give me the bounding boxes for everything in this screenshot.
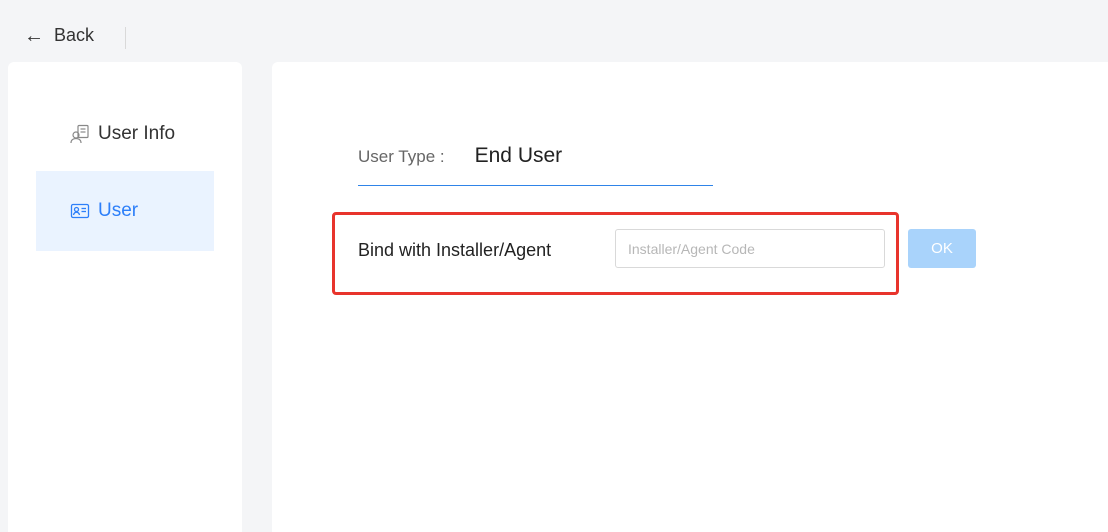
installer-agent-code-input[interactable] bbox=[615, 229, 885, 268]
user-type-label: User Type : bbox=[358, 147, 445, 166]
divider bbox=[125, 27, 126, 49]
id-card-icon bbox=[70, 201, 90, 221]
arrow-left-icon: ← bbox=[24, 24, 44, 47]
user-card-icon bbox=[70, 124, 90, 144]
sidebar-item-label: User bbox=[98, 200, 139, 221]
back-label: Back bbox=[54, 25, 95, 45]
user-type-value: End User bbox=[474, 144, 563, 167]
back-button[interactable]: ← Back bbox=[24, 25, 94, 46]
main-panel: User Type : End User Bind with Installer… bbox=[272, 62, 1108, 532]
sidebar: User Info User bbox=[8, 62, 242, 532]
sidebar-item-user[interactable]: User bbox=[36, 171, 214, 251]
top-bar: ← Back bbox=[0, 0, 1108, 62]
ok-button[interactable]: OK bbox=[908, 229, 976, 268]
sidebar-item-label: User Info bbox=[98, 123, 176, 144]
user-type-row: User Type : End User bbox=[358, 144, 713, 186]
bind-label: Bind with Installer/Agent bbox=[358, 240, 552, 260]
sidebar-item-user-info[interactable]: User Info bbox=[36, 94, 214, 174]
